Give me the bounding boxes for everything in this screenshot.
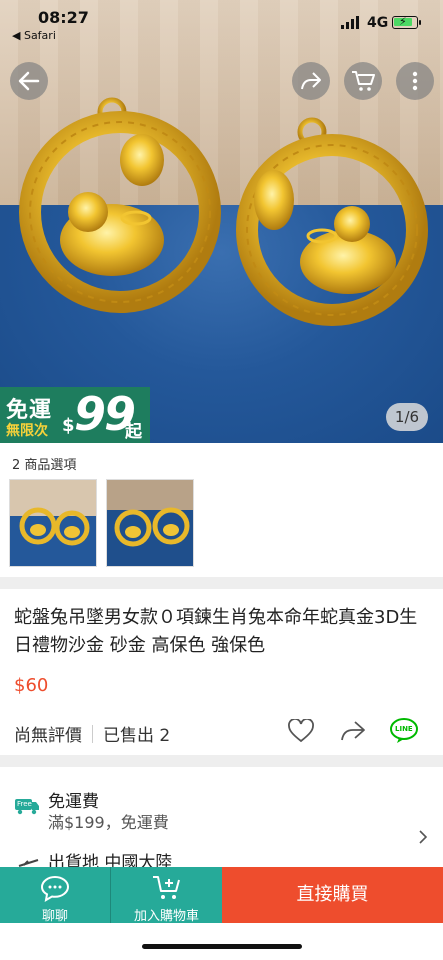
free-shipping-promo-banner: 免運 無限次 $ 99 起 xyxy=(0,387,150,443)
sold-count: 已售出 2 xyxy=(103,726,171,746)
add-to-cart-label: 加入購物車 xyxy=(133,909,199,924)
share-button[interactable] xyxy=(292,62,330,100)
chevron-right-icon[interactable] xyxy=(418,829,428,845)
network-type: 4G xyxy=(367,15,389,31)
chat-label: 聊聊 xyxy=(41,909,68,924)
promo-dollar: $ xyxy=(62,415,75,436)
battery-icon: ⚡ xyxy=(392,15,421,29)
section-divider xyxy=(0,755,443,767)
buy-now-button[interactable]: 直接購買 xyxy=(222,867,443,923)
back-to-safari-link[interactable]: ◀ Safari xyxy=(12,29,56,42)
gold-pendants-photo xyxy=(19,97,428,326)
product-title: 蛇盤兔吊墜男女款０項鍊生肖兔本命年蛇真金3D生日禮物沙金 砂金 高保色 強保色 xyxy=(14,607,418,656)
status-bar: 08:27 ◀ Safari 4G ⚡ xyxy=(0,0,443,46)
chat-icon xyxy=(40,875,70,902)
shipping-subtitle: 滿$199，免運費 xyxy=(48,813,169,832)
product-price: $60 xyxy=(14,675,49,696)
home-indicator xyxy=(142,944,302,949)
chat-button[interactable]: 聊聊 xyxy=(0,867,110,924)
variant-thumbnail[interactable] xyxy=(9,479,97,567)
cart-button[interactable] xyxy=(344,62,382,100)
signal-icon xyxy=(341,16,359,29)
line-badge-text: LINE xyxy=(395,725,413,733)
free-shipping-icon: Free xyxy=(14,797,40,815)
arrow-left-icon xyxy=(18,71,40,91)
variant-image xyxy=(10,480,96,566)
variant-count-label: 2 商品選項 xyxy=(12,458,77,473)
more-vertical-icon xyxy=(412,71,418,91)
status-time: 08:27 xyxy=(38,8,89,27)
promo-line2: 無限次 xyxy=(6,423,48,439)
promo-suffix: 起 xyxy=(125,422,142,442)
more-button[interactable] xyxy=(396,62,434,100)
section-divider xyxy=(0,577,443,589)
image-pager: 1/6 xyxy=(386,403,428,431)
rating-text: 尚無評價 xyxy=(14,726,82,746)
back-button[interactable] xyxy=(10,62,48,100)
product-meta: 尚無評價 已售出 2 xyxy=(14,721,170,746)
line-share-button[interactable]: LINE xyxy=(389,718,419,744)
bottom-action-bar: 聊聊 加入購物車 直接購買 xyxy=(0,867,443,924)
add-cart-icon xyxy=(153,876,180,899)
cart-icon xyxy=(352,71,375,91)
heart-icon[interactable] xyxy=(288,719,314,743)
variant-image xyxy=(107,480,193,566)
variant-thumbnail[interactable] xyxy=(106,479,194,567)
share-icon xyxy=(301,72,321,90)
free-badge-text: Free xyxy=(17,800,32,808)
product-image-gallery[interactable]: 08:27 ◀ Safari 4G ⚡ 免運 無限次 $ 99 起 1/6 xyxy=(0,0,443,443)
add-to-cart-button[interactable]: 加入購物車 xyxy=(110,867,222,924)
share-icon[interactable] xyxy=(340,720,366,742)
